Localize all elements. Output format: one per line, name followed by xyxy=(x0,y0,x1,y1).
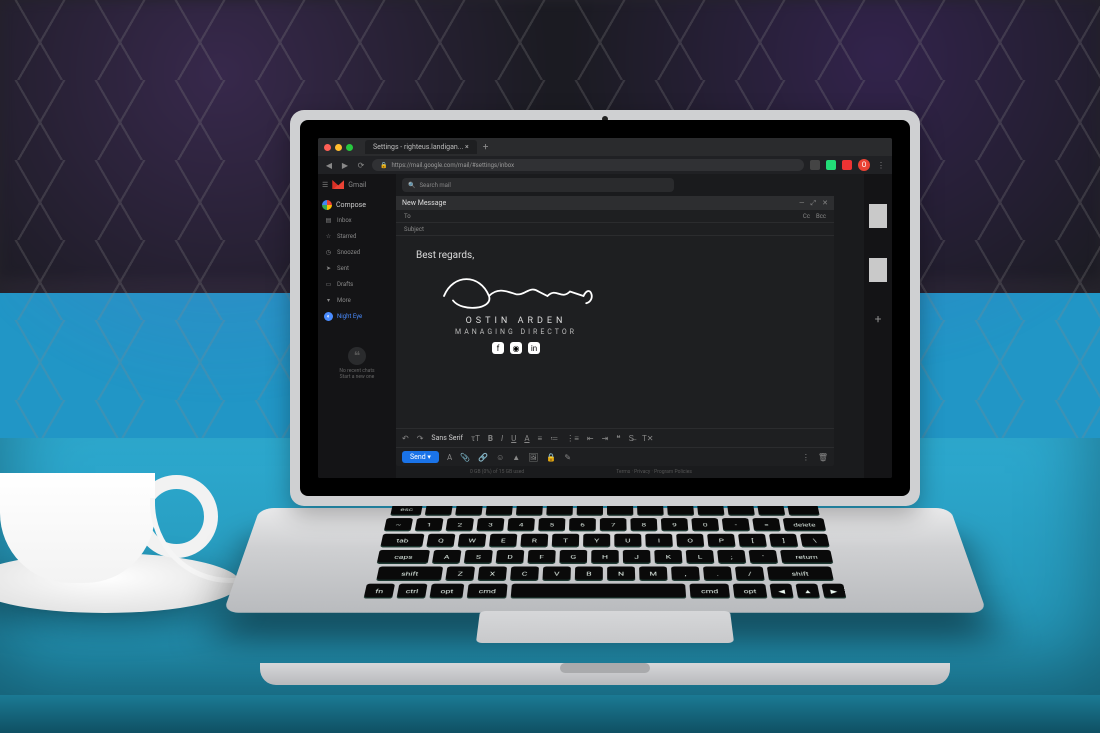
sidebar-item-nighteye[interactable]: ◐Night Eye xyxy=(322,311,392,322)
gmail-sidebar: ☰ Gmail Compose ▤Inbox ☆Starred ◷Snoozed… xyxy=(318,174,396,478)
indent-more-icon[interactable]: ⇥ xyxy=(602,434,609,443)
quote-icon[interactable]: ❝ xyxy=(616,434,620,443)
plus-icon xyxy=(322,200,332,210)
gmail-footer: 0 GB (0%) of 15 GB used Terms · Privacy … xyxy=(396,466,864,478)
link-icon[interactable]: 🔗 xyxy=(478,453,488,462)
more-options-icon[interactable]: ⋮ xyxy=(802,453,810,462)
send-icon: ➤ xyxy=(324,264,333,273)
list-ul-icon[interactable]: ⋮≡ xyxy=(566,434,579,443)
linkedin-icon[interactable]: in xyxy=(528,342,540,354)
back-icon[interactable]: ◀ xyxy=(324,160,334,170)
bold-icon[interactable]: B xyxy=(488,434,493,443)
forward-icon[interactable]: ▶ xyxy=(340,160,350,170)
subject-field[interactable]: Subject xyxy=(396,223,834,236)
signature-image xyxy=(426,269,606,314)
search-input[interactable]: 🔍 Search mail xyxy=(402,178,674,192)
sidebar-item-snoozed[interactable]: ◷Snoozed xyxy=(322,247,392,258)
inbox-icon: ▤ xyxy=(324,216,333,225)
sidebar-item-drafts[interactable]: ▭Drafts xyxy=(322,279,392,290)
hangouts-icon[interactable]: ❝ xyxy=(348,347,366,365)
align-icon[interactable]: ≡ xyxy=(538,434,543,443)
font-size-icon[interactable]: τT xyxy=(471,434,480,443)
strike-icon[interactable]: S̶ xyxy=(629,434,634,443)
font-select[interactable]: Sans Serif xyxy=(431,434,463,442)
window-maximize-icon[interactable] xyxy=(346,144,353,151)
laptop-lid: Settings - righteus.landigan... × + ◀ ▶ … xyxy=(290,110,920,506)
search-icon: 🔍 xyxy=(408,182,415,189)
format-toggle-icon[interactable]: A xyxy=(447,453,452,462)
italic-icon[interactable]: I xyxy=(501,434,503,443)
tab-title: Settings - righteus.landigan... × xyxy=(373,143,469,151)
right-rail: + xyxy=(864,174,892,478)
undo-icon[interactable]: ↶ xyxy=(402,434,409,443)
to-field[interactable]: To Cc Bcc xyxy=(396,210,834,223)
menu-icon[interactable]: ⋮ xyxy=(876,160,886,170)
url-text: https://mail.google.com/mail/#settings/i… xyxy=(391,162,514,169)
chevron-down-icon: ▾ xyxy=(324,296,333,305)
window-minimize-icon[interactable] xyxy=(335,144,342,151)
confidential-icon[interactable]: 🔒 xyxy=(546,453,556,462)
compose-body[interactable]: Best regards, OSTIN ARDEN MANAGING DIREC… xyxy=(396,236,834,428)
pen-icon[interactable]: ✎ xyxy=(564,453,571,462)
browser-toolbar: ◀ ▶ ⟳ 🔒 https://mail.google.com/mail/#se… xyxy=(318,156,892,174)
compose-window: New Message — ⤢ ✕ To Cc xyxy=(396,196,834,466)
trackpad xyxy=(476,611,734,643)
rail-addon[interactable] xyxy=(869,204,887,228)
minimize-icon[interactable]: — xyxy=(799,199,804,208)
text-color-icon[interactable]: A xyxy=(524,434,529,443)
underline-icon[interactable]: U xyxy=(511,434,516,443)
sidebar-item-more[interactable]: ▾More xyxy=(322,295,392,306)
trash-icon[interactable]: 🗑 xyxy=(818,453,828,462)
emoji-icon[interactable]: ☺ xyxy=(496,453,504,462)
attach-icon[interactable]: 📎 xyxy=(460,453,470,462)
search-placeholder: Search mail xyxy=(419,182,450,189)
send-button[interactable]: Send ▾ xyxy=(402,451,439,463)
signature-title: MANAGING DIRECTOR xyxy=(426,328,606,336)
facebook-icon[interactable]: f xyxy=(492,342,504,354)
gmail-icon xyxy=(332,180,344,189)
drive-icon[interactable]: ▲ xyxy=(512,453,520,462)
screen: Settings - righteus.landigan... × + ◀ ▶ … xyxy=(318,138,892,478)
sidebar-item-sent[interactable]: ➤Sent xyxy=(322,263,392,274)
bcc-button[interactable]: Bcc xyxy=(816,213,826,220)
greeting-text: Best regards, xyxy=(416,250,814,261)
sidebar-item-starred[interactable]: ☆Starred xyxy=(322,231,392,242)
rail-add-icon[interactable]: + xyxy=(875,312,882,326)
list-ol-icon[interactable]: ≔ xyxy=(550,434,558,443)
browser-tab[interactable]: Settings - righteus.landigan... × xyxy=(365,140,477,154)
laptop-keyboard: esc ~1234567890-=delete tabQWERTYUIOP[]\… xyxy=(277,503,933,577)
clock-icon: ◷ xyxy=(324,248,333,257)
file-icon: ▭ xyxy=(324,280,333,289)
reload-icon[interactable]: ⟳ xyxy=(356,160,366,170)
signature-name: OSTIN ARDEN xyxy=(426,316,606,326)
compose-button[interactable]: Compose xyxy=(322,200,392,210)
cc-button[interactable]: Cc xyxy=(803,213,810,220)
address-bar[interactable]: 🔒 https://mail.google.com/mail/#settings… xyxy=(372,159,804,171)
lock-icon: 🔒 xyxy=(380,162,387,169)
redo-icon[interactable]: ↷ xyxy=(417,434,424,443)
close-icon[interactable]: ✕ xyxy=(822,199,828,208)
clear-format-icon[interactable]: T✕ xyxy=(642,434,653,443)
hangouts-empty: ❝ No recent chats Start a new one xyxy=(322,347,392,380)
window-close-icon[interactable] xyxy=(324,144,331,151)
gmail-logo[interactable]: ☰ Gmail xyxy=(322,180,392,189)
nighteye-icon: ◐ xyxy=(324,312,333,321)
extension-icon[interactable] xyxy=(810,160,820,170)
extension-icon[interactable] xyxy=(842,160,852,170)
rail-addon[interactable] xyxy=(869,258,887,282)
extension-icon[interactable] xyxy=(826,160,836,170)
storage-text: 0 GB (0%) of 15 GB used xyxy=(470,469,524,475)
profile-avatar[interactable]: O xyxy=(858,159,870,171)
browser-tab-bar: Settings - righteus.landigan... × + xyxy=(318,138,892,156)
new-tab-button[interactable]: + xyxy=(483,142,489,153)
indent-less-icon[interactable]: ⇤ xyxy=(587,434,594,443)
format-toolbar: ↶ ↷ Sans Serif τT B I U A ≡ ≔ ⋮≡ xyxy=(396,428,834,447)
image-icon[interactable]: 🖼 xyxy=(528,453,538,462)
star-icon: ☆ xyxy=(324,232,333,241)
instagram-icon[interactable]: ◉ xyxy=(510,342,522,354)
footer-links[interactable]: Terms · Privacy · Program Policies xyxy=(616,469,692,475)
compose-title: New Message xyxy=(402,199,446,207)
sidebar-item-inbox[interactable]: ▤Inbox xyxy=(322,215,392,226)
expand-icon[interactable]: ⤢ xyxy=(811,199,817,208)
